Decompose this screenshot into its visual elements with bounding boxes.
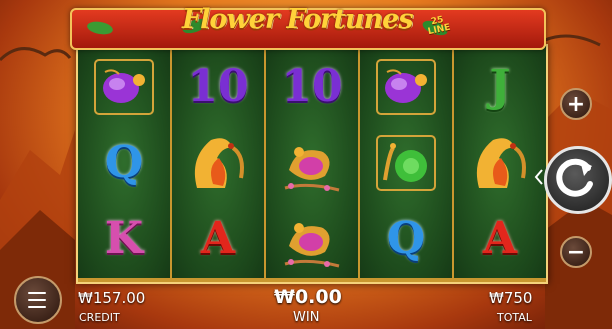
symbol-text: Q bbox=[386, 213, 426, 264]
reel-2: 10 A bbox=[172, 46, 264, 278]
symbol-letter: Q bbox=[360, 202, 452, 276]
symbol-letter: Q bbox=[78, 126, 170, 200]
symbol-phoenix-icon bbox=[454, 126, 546, 200]
symbol-letter: 10 bbox=[172, 50, 264, 124]
leaf-decoration bbox=[86, 19, 114, 37]
symbol-text: K bbox=[104, 213, 144, 264]
symbol-letter: J bbox=[454, 50, 546, 124]
symbol-phoenix-icon bbox=[172, 126, 264, 200]
spin-button[interactable] bbox=[544, 146, 612, 214]
win-label: WIN bbox=[293, 310, 320, 325]
symbol-letter: A bbox=[454, 202, 546, 276]
minus-icon: − bbox=[566, 239, 586, 265]
reel-4: Q bbox=[360, 46, 452, 278]
symbol-bug-purple-icon bbox=[78, 50, 170, 124]
symbol-bird-pink-icon bbox=[266, 202, 358, 276]
symbol-bird-pink-icon bbox=[266, 126, 358, 200]
symbol-text: A bbox=[482, 213, 518, 264]
symbol-letter: A bbox=[172, 202, 264, 276]
reel-3: 10 bbox=[266, 46, 358, 278]
credit-label: CREDIT bbox=[79, 311, 120, 324]
symbol-text: 10 bbox=[281, 61, 343, 112]
symbol-snail-green-icon bbox=[360, 126, 452, 200]
bet-plus-button[interactable]: + bbox=[560, 88, 592, 120]
total-label: TOTAL bbox=[497, 311, 532, 324]
symbol-text: 10 bbox=[187, 61, 249, 112]
symbol-letter: 10 bbox=[266, 50, 358, 124]
reel-1: QK bbox=[78, 46, 170, 278]
symbol-text: J bbox=[489, 61, 511, 112]
game-title: Flower Fortunes bbox=[182, 4, 414, 35]
spin-arrow-left-icon bbox=[534, 169, 543, 185]
symbol-letter: K bbox=[78, 202, 170, 276]
credit-value: ₩157.00 bbox=[78, 289, 146, 307]
total-value: ₩750 bbox=[489, 289, 533, 307]
symbol-text: A bbox=[200, 213, 236, 264]
reel-5: JA bbox=[454, 46, 546, 278]
symbol-bug-purple-icon bbox=[360, 50, 452, 124]
spin-refresh-icon bbox=[556, 158, 593, 197]
bet-minus-button[interactable]: − bbox=[560, 236, 592, 268]
symbol-text: Q bbox=[104, 137, 144, 188]
win-value: ₩0.00 bbox=[274, 286, 342, 308]
plus-icon: + bbox=[566, 91, 586, 117]
menu-button[interactable] bbox=[14, 276, 62, 324]
